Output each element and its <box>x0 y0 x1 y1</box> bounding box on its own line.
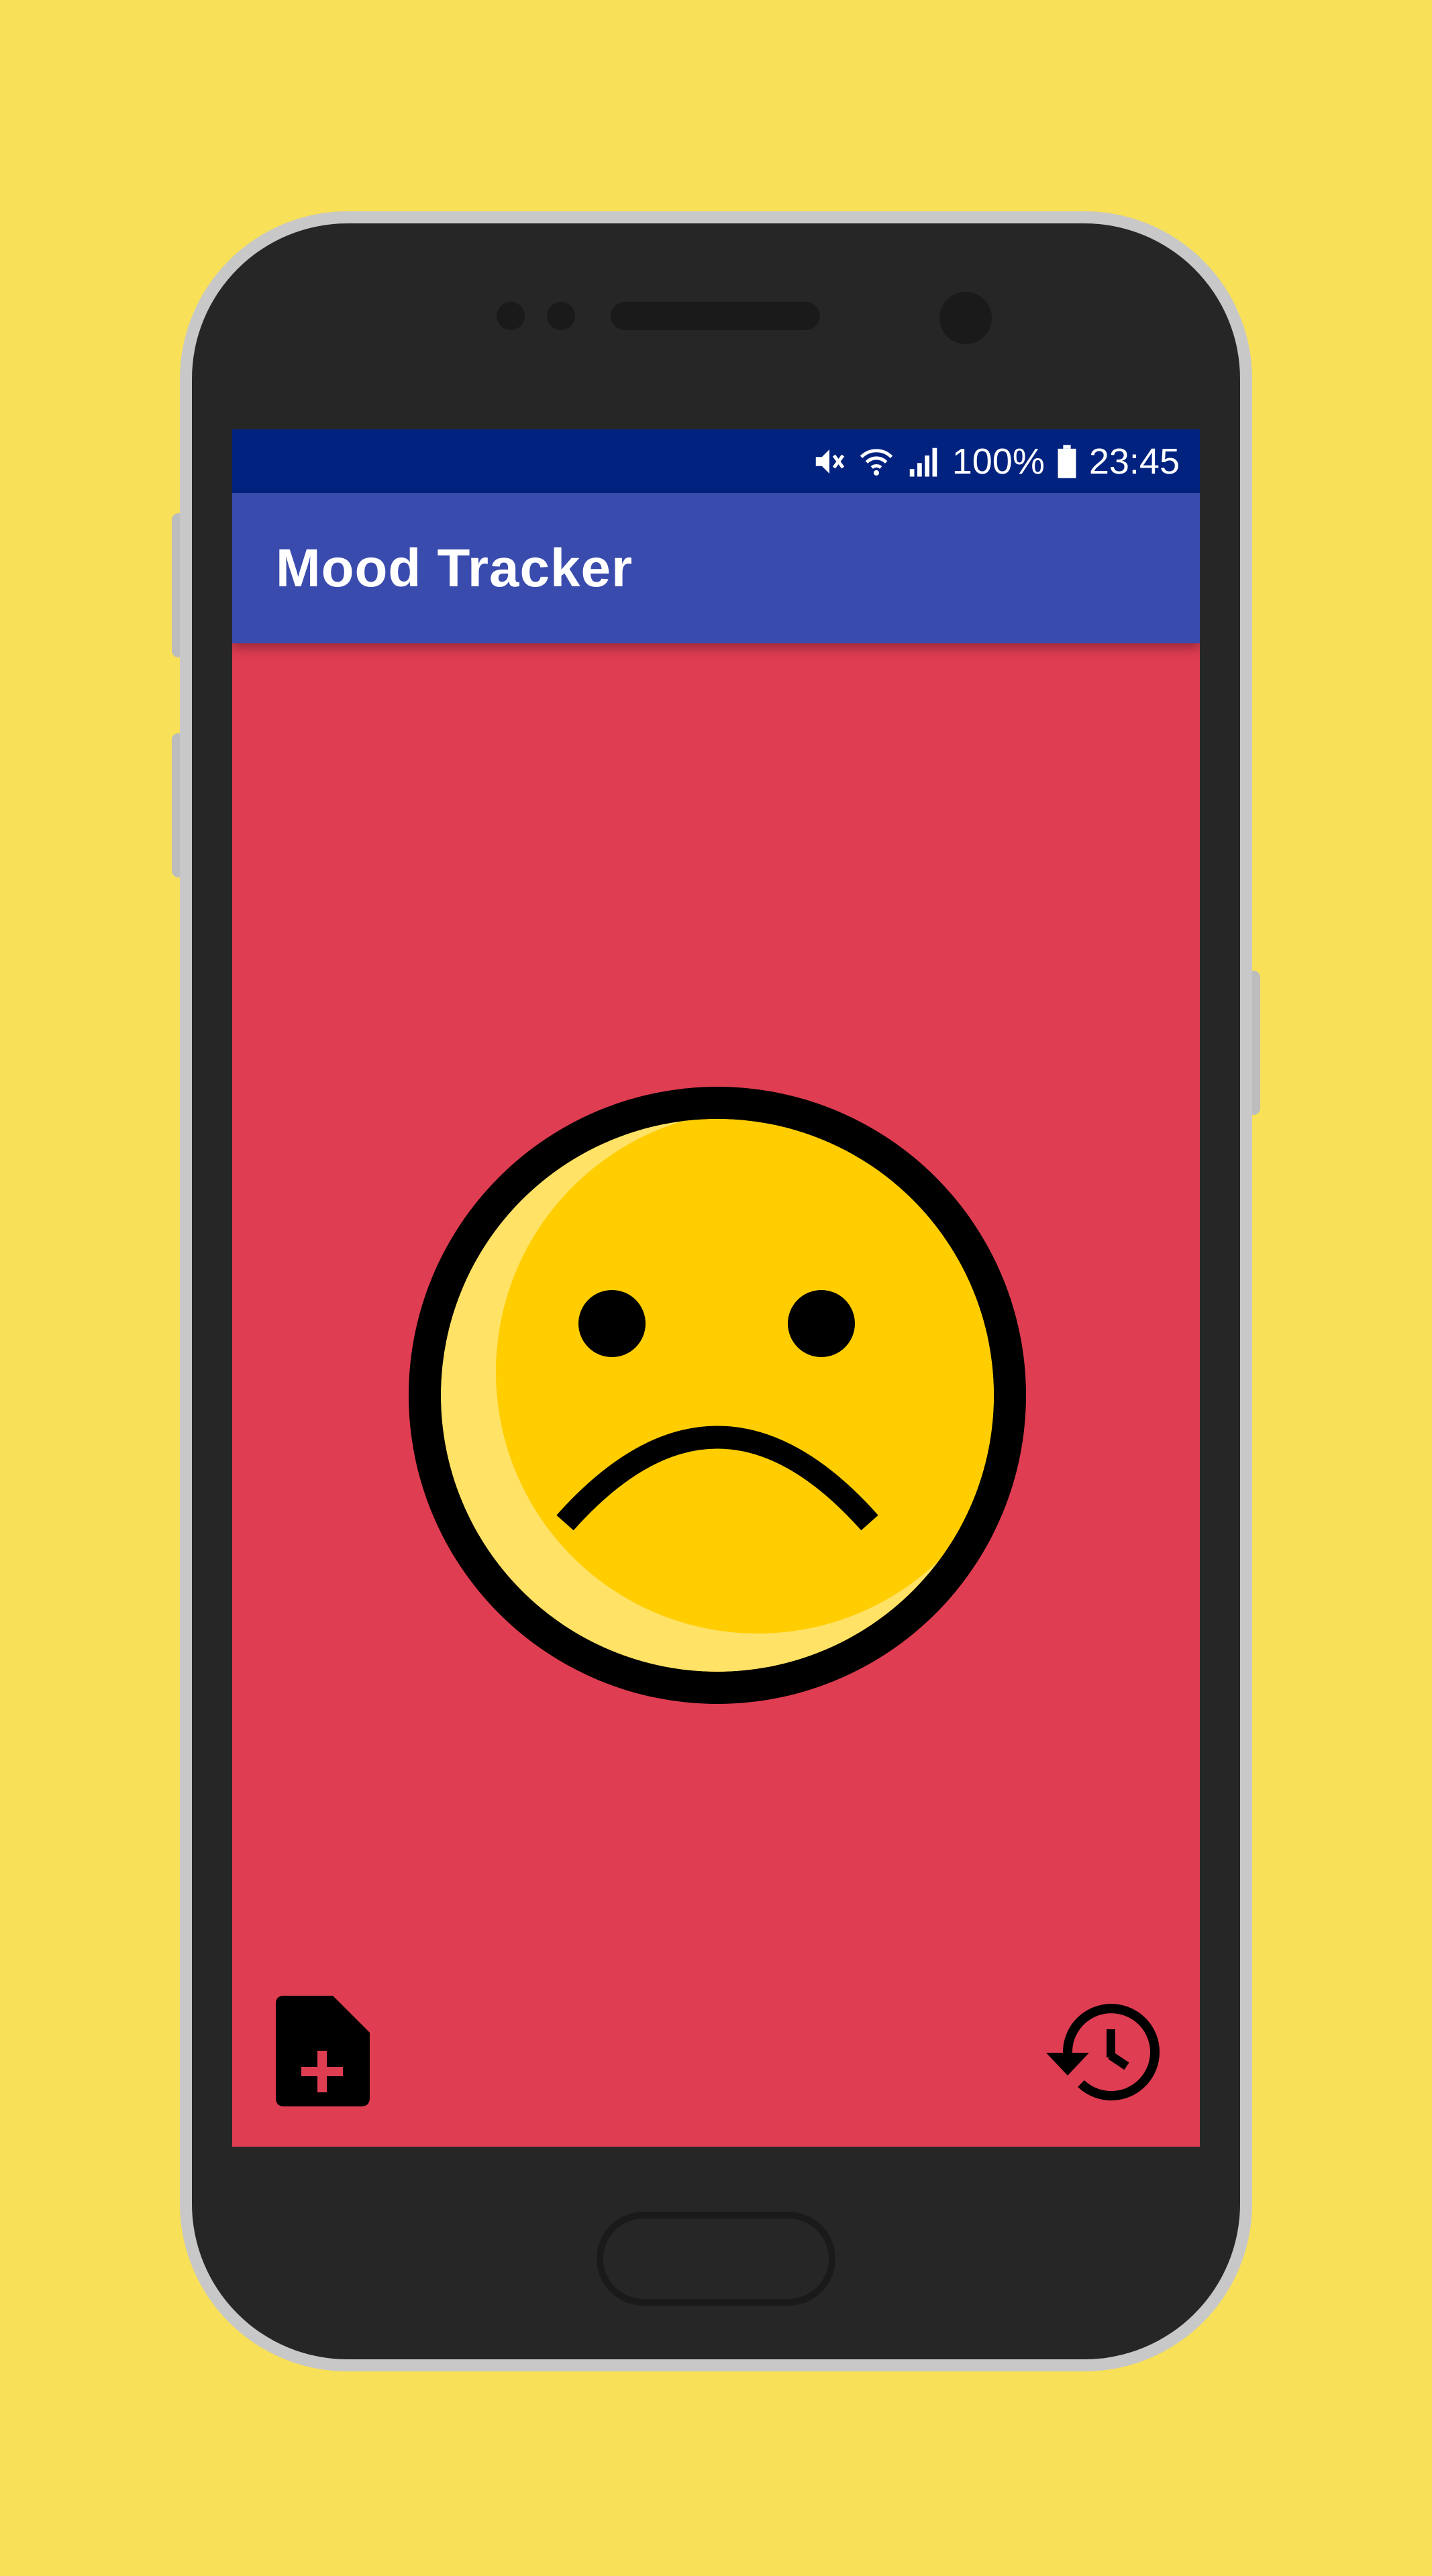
app-bar: Mood Tracker <box>232 493 1200 643</box>
app-title: Mood Tracker <box>276 538 633 598</box>
status-time: 23:45 <box>1088 441 1180 482</box>
mute-icon <box>811 443 848 480</box>
add-note-button[interactable] <box>276 1996 370 2106</box>
app-screen: 100% 23:45 Mood Tracker <box>232 429 1200 2147</box>
signal-icon <box>905 443 941 480</box>
device-home-button[interactable] <box>597 2212 835 2306</box>
add-note-icon <box>276 1996 370 2106</box>
device-sensor-left <box>497 302 525 330</box>
battery-icon <box>1056 443 1078 480</box>
device-sensor-right <box>547 302 575 330</box>
left-eye-icon <box>578 1290 646 1357</box>
battery-percent: 100% <box>952 441 1045 482</box>
status-bar: 100% 23:45 <box>232 429 1200 493</box>
right-eye-icon <box>788 1290 855 1357</box>
device-earpiece <box>611 302 820 330</box>
sad-face-icon[interactable] <box>405 1083 1029 1707</box>
device-front-camera <box>939 292 992 344</box>
wifi-icon <box>858 443 894 480</box>
history-icon <box>1046 2004 1160 2101</box>
history-button[interactable] <box>1041 1999 1162 2106</box>
status-icons: 100% 23:45 <box>811 429 1180 493</box>
